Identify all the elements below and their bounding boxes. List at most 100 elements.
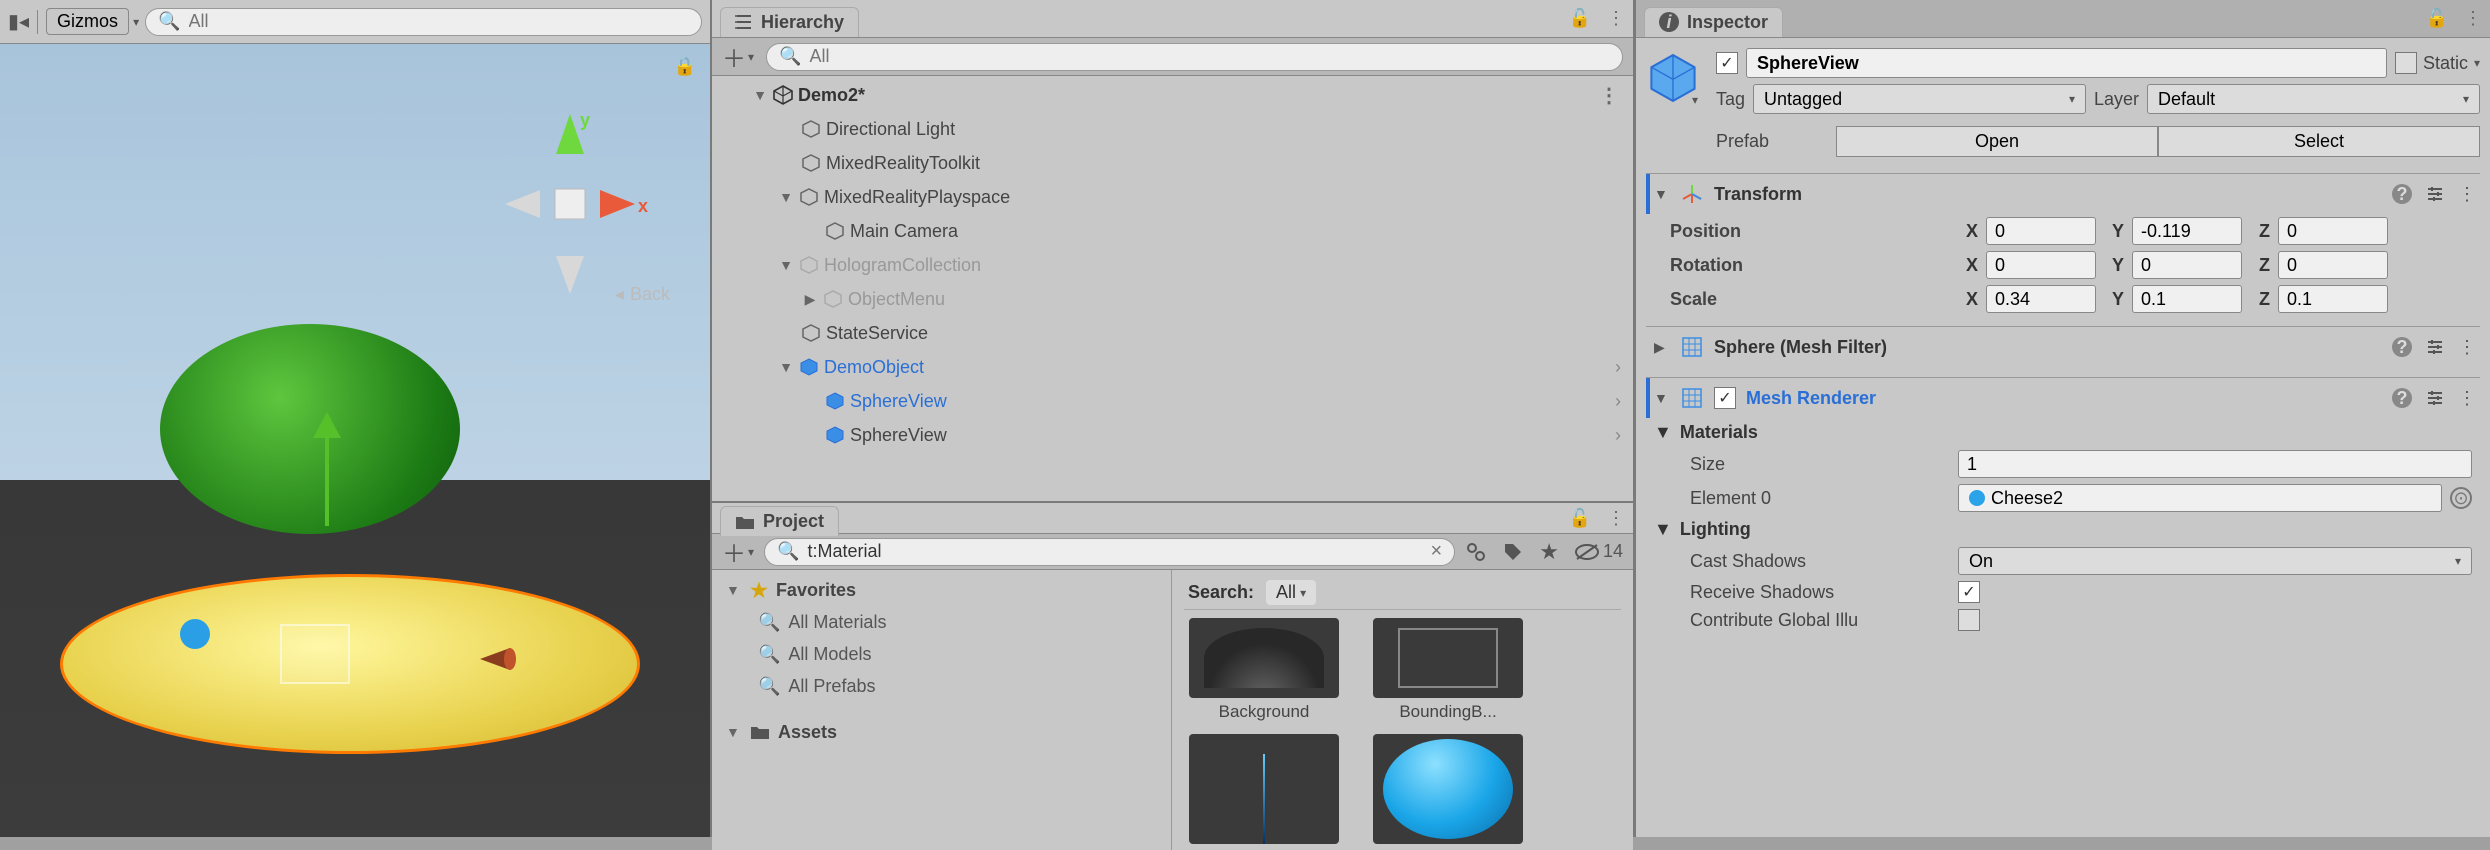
filter-label-icon[interactable]	[1503, 542, 1523, 562]
preset-icon[interactable]	[2426, 185, 2444, 203]
foldout-icon[interactable]: ▶	[1654, 339, 1670, 356]
fav-item[interactable]: 🔍All Materials	[712, 606, 1171, 638]
foldout-icon[interactable]: ▼	[752, 87, 768, 103]
materials-size-input[interactable]	[1958, 450, 2472, 478]
more-icon[interactable]: ⋮	[2464, 8, 2482, 29]
cast-shadows-dropdown[interactable]: On▾	[1958, 547, 2472, 575]
hierarchy-item[interactable]: ▼ HologramCollection	[712, 248, 1633, 282]
preset-icon[interactable]	[2426, 338, 2444, 356]
unlock-icon[interactable]: 🔓	[1569, 508, 1591, 529]
assets-row[interactable]: ▼ Assets	[712, 716, 1171, 748]
mesh-renderer-enabled-checkbox[interactable]: ✓	[1714, 387, 1736, 409]
scene-move-handle-x[interactable]	[480, 644, 516, 674]
material-slot[interactable]: Cheese2	[1958, 484, 2442, 512]
foldout-icon[interactable]: ▼	[726, 582, 742, 598]
clear-icon[interactable]: ×	[1431, 540, 1443, 563]
inspector-tab[interactable]: i Inspector	[1644, 7, 1783, 37]
hierarchy-item[interactable]: SphereView ›	[712, 384, 1633, 418]
asset-thumb[interactable]: Background	[1184, 618, 1344, 722]
favorites-row[interactable]: ▼ ★ Favorites	[712, 574, 1171, 606]
create-button[interactable]: ＋▾	[722, 39, 754, 74]
scale-z-input[interactable]	[2278, 285, 2388, 313]
hierarchy-item[interactable]: ▼ DemoObject ›	[712, 350, 1633, 384]
hierarchy-search[interactable]: 🔍	[766, 43, 1623, 71]
foldout-icon[interactable]: ▼	[778, 257, 794, 273]
hierarchy-item[interactable]: ▶ ObjectMenu	[712, 282, 1633, 316]
foldout-icon[interactable]: ▼	[778, 189, 794, 205]
hierarchy-item[interactable]: StateService	[712, 316, 1633, 350]
more-icon[interactable]: ⋮	[2458, 388, 2476, 409]
active-checkbox[interactable]: ✓	[1716, 52, 1738, 74]
position-y-input[interactable]	[2132, 217, 2242, 245]
gameobject-name-input[interactable]	[1746, 48, 2387, 78]
help-icon[interactable]: ?	[2392, 337, 2412, 357]
more-icon[interactable]: ⋮	[2458, 184, 2476, 205]
search-scope-dropdown[interactable]: All▾	[1266, 580, 1316, 605]
axis-gizmo[interactable]: y x	[480, 104, 660, 304]
prefab-icon[interactable]: ▾	[1646, 48, 1706, 108]
foldout-icon[interactable]: ▼	[778, 359, 794, 375]
chevron-right-icon[interactable]: ›	[1615, 391, 1621, 412]
unlock-icon[interactable]: 🔓	[1569, 8, 1591, 29]
help-icon[interactable]: ?	[2392, 184, 2412, 204]
scene-move-handle-z[interactable]	[180, 619, 210, 649]
hierarchy-item[interactable]: MixedRealityToolkit	[712, 146, 1633, 180]
hierarchy-tab[interactable]: Hierarchy	[720, 7, 859, 37]
hidden-icon[interactable]: 14	[1575, 541, 1623, 562]
more-icon[interactable]: ⋮	[1607, 508, 1625, 529]
transform-header[interactable]: ▼ Transform ? ⋮	[1646, 174, 2480, 214]
scene-move-handle-y[interactable]	[325, 436, 329, 526]
lock-icon[interactable]: 🔒	[674, 56, 696, 77]
preset-icon[interactable]	[2426, 389, 2444, 407]
fav-item[interactable]: 🔍All Prefabs	[712, 670, 1171, 702]
scene-viewport[interactable]: 🔒 y x ◂ Back	[0, 44, 710, 837]
static-dropdown[interactable]: ▾	[2474, 56, 2480, 70]
foldout-icon[interactable]: ▼	[1654, 186, 1670, 202]
prefab-select-button[interactable]: Select	[2158, 126, 2480, 157]
prefab-open-button[interactable]: Open	[1836, 126, 2158, 157]
scale-x-input[interactable]	[1986, 285, 2096, 313]
rotation-z-input[interactable]	[2278, 251, 2388, 279]
project-search[interactable]: 🔍 ×	[764, 538, 1455, 566]
scene-move-handle-center[interactable]	[280, 624, 350, 684]
camera-icon[interactable]: ▮◂	[8, 9, 29, 34]
hierarchy-search-input[interactable]	[809, 46, 1610, 67]
filter-type-icon[interactable]	[1465, 541, 1487, 563]
more-icon[interactable]: ⋮	[2458, 337, 2476, 358]
chevron-right-icon[interactable]: ›	[1615, 425, 1621, 446]
position-x-input[interactable]	[1986, 217, 2096, 245]
more-icon[interactable]: ⋮	[1599, 83, 1621, 108]
fav-item[interactable]: 🔍All Models	[712, 638, 1171, 670]
static-checkbox[interactable]	[2395, 52, 2417, 74]
lighting-foldout[interactable]: ▼Lighting	[1646, 515, 2480, 544]
asset-thumb[interactable]: BoundingB...	[1368, 618, 1528, 722]
scene-search-input[interactable]	[189, 11, 689, 32]
help-icon[interactable]: ?	[2392, 388, 2412, 408]
hierarchy-item[interactable]: Directional Light	[712, 112, 1633, 146]
unlock-icon[interactable]: 🔓	[2426, 8, 2448, 29]
hierarchy-item[interactable]: ▼ MixedRealityPlayspace	[712, 180, 1633, 214]
rotation-x-input[interactable]	[1986, 251, 2096, 279]
chevron-right-icon[interactable]: ›	[1615, 357, 1621, 378]
receive-shadows-checkbox[interactable]: ✓	[1958, 581, 1980, 603]
project-search-input[interactable]	[807, 541, 1422, 562]
layer-dropdown[interactable]: Default▾	[2147, 84, 2480, 114]
foldout-icon[interactable]: ▼	[726, 724, 742, 740]
create-asset-button[interactable]: ＋▾	[722, 534, 754, 569]
mesh-renderer-header[interactable]: ▼ ✓ Mesh Renderer ? ⋮	[1646, 378, 2480, 418]
mesh-filter-header[interactable]: ▶ Sphere (Mesh Filter) ? ⋮	[1646, 327, 2480, 367]
materials-foldout[interactable]: ▼Materials	[1646, 418, 2480, 447]
scene-object-yellow-disc[interactable]	[60, 574, 640, 754]
gizmos-extra-dropdown[interactable]: ▾	[133, 15, 139, 29]
hierarchy-item[interactable]: Main Camera	[712, 214, 1633, 248]
object-picker-icon[interactable]: ⊙	[2450, 487, 2472, 509]
contribute-gi-checkbox[interactable]	[1958, 609, 1980, 631]
foldout-icon[interactable]: ▼	[1654, 390, 1670, 406]
scale-y-input[interactable]	[2132, 285, 2242, 313]
scene-object-green-sphere[interactable]	[160, 324, 460, 534]
gizmos-dropdown[interactable]: Gizmos	[46, 8, 129, 35]
favorite-icon[interactable]: ★	[1539, 539, 1559, 565]
scene-search[interactable]: 🔍	[145, 8, 702, 36]
rotation-y-input[interactable]	[2132, 251, 2242, 279]
asset-thumb[interactable]	[1184, 734, 1344, 844]
